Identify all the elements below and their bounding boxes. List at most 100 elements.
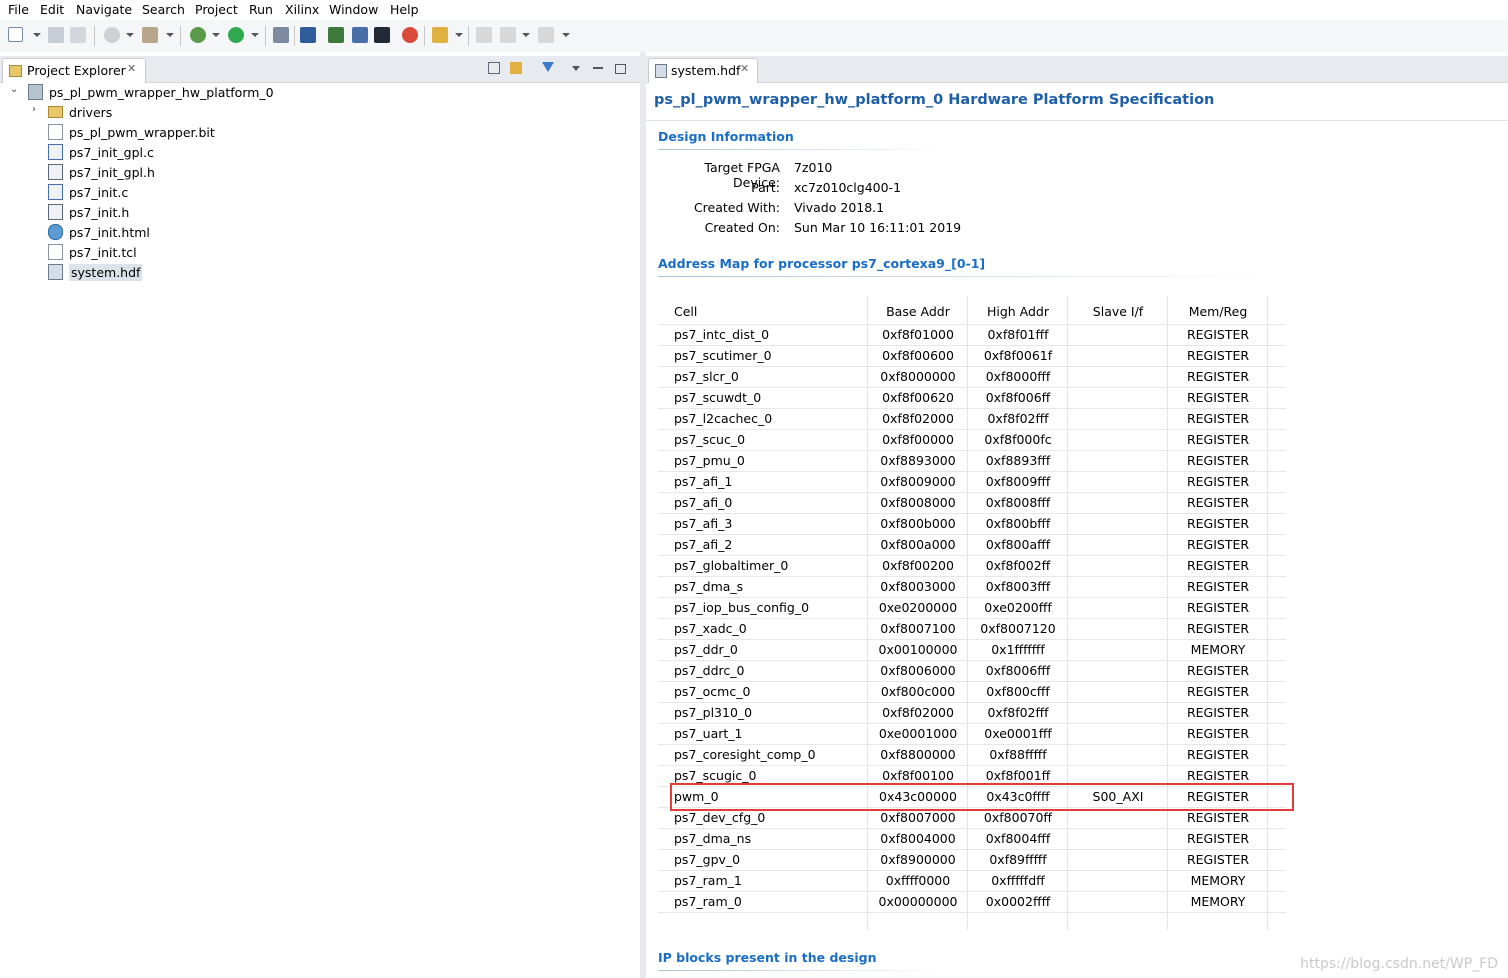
table-row: ps7_uart_1 0xe0001000 0xe0001fff REGISTER xyxy=(658,723,1286,745)
console-icon[interactable] xyxy=(374,27,390,43)
view-menu-icon[interactable] xyxy=(572,66,580,71)
table-cell-mem: REGISTER xyxy=(1186,600,1250,615)
back-icon[interactable] xyxy=(500,27,516,43)
project-explorer-pane: Project Explorer ✕ ⌄ ps_pl_pwm_wrapper_h… xyxy=(0,56,640,978)
section-underline xyxy=(658,149,948,150)
menu-edit[interactable]: Edit xyxy=(40,2,64,17)
table-row: ps7_coresight_comp_0 0xf8800000 0xf88fffff… xyxy=(658,744,1286,766)
table-cell-base: 0xf8008000 xyxy=(880,495,956,510)
table-cell-base: 0xf8f01000 xyxy=(882,327,954,342)
menu-project[interactable]: Project xyxy=(195,2,238,17)
globe-icon xyxy=(48,224,63,240)
file-icon xyxy=(48,244,63,260)
collapse-all-icon[interactable] xyxy=(488,62,500,74)
menu-file[interactable]: File xyxy=(8,2,29,17)
table-cell-high: 0xf8f0061f xyxy=(983,348,1053,363)
section-underline xyxy=(658,276,1278,277)
menu-xilinx[interactable]: Xilinx xyxy=(285,2,319,17)
pin-icon[interactable] xyxy=(432,27,448,43)
table-cell-high: 0xf8f000fc xyxy=(984,432,1052,447)
table-cell-mem: REGISTER xyxy=(1186,831,1250,846)
tree-item-init-tcl[interactable]: ps7_init.tcl xyxy=(48,243,137,263)
expand-icon[interactable]: ⌄ xyxy=(10,84,18,95)
table-cell-mem: REGISTER xyxy=(1186,327,1250,342)
forward-dropdown-icon[interactable] xyxy=(562,33,570,37)
save-all-icon[interactable] xyxy=(70,27,86,43)
hammer-build-icon[interactable] xyxy=(142,27,158,43)
table-cell-base: 0xf8800000 xyxy=(880,747,956,762)
tree-item-init-c[interactable]: ps7_init.c xyxy=(48,183,128,203)
run-icon[interactable] xyxy=(228,27,244,43)
info-value: xc7z010clg400-1 xyxy=(794,180,902,195)
tree-item-init-h[interactable]: ps7_init.h xyxy=(48,203,129,223)
link-editor-icon[interactable] xyxy=(510,62,522,74)
external-tools-icon[interactable] xyxy=(273,27,289,43)
table-cell-cell: ps7_globaltimer_0 xyxy=(674,558,789,573)
debug-dropdown-icon[interactable] xyxy=(212,33,220,37)
maximize-icon[interactable] xyxy=(615,64,626,74)
terminal-icon[interactable] xyxy=(300,27,316,43)
tree-item-init-gpl-h[interactable]: ps7_init_gpl.h xyxy=(48,163,155,183)
column-header-base: Base Addr xyxy=(886,304,950,319)
target-dropdown-icon[interactable] xyxy=(126,33,134,37)
table-cell-mem: REGISTER xyxy=(1186,390,1250,405)
filter-icon[interactable] xyxy=(542,62,554,72)
run-dropdown-icon[interactable] xyxy=(251,33,259,37)
tab-project-explorer[interactable]: Project Explorer ✕ xyxy=(2,58,146,83)
column-header-cell: Cell xyxy=(674,304,698,319)
pin-dropdown-icon[interactable] xyxy=(455,33,463,37)
debug-icon[interactable] xyxy=(190,27,206,43)
folder-icon xyxy=(48,106,63,118)
table-cell-base: 0xf8f00000 xyxy=(882,432,954,447)
last-edit-icon[interactable] xyxy=(476,27,492,43)
tree-item-init-gpl-c[interactable]: ps7_init_gpl.c xyxy=(48,143,154,163)
table-row: ps7_afi_2 0xf800a000 0xf800afff REGISTER xyxy=(658,534,1286,556)
forward-icon[interactable] xyxy=(538,27,554,43)
menu-run[interactable]: Run xyxy=(249,2,273,17)
design-info-title: Design Information xyxy=(658,129,794,144)
table-cell-high: 0xf8f006ff xyxy=(985,390,1051,405)
tree-item-init-html[interactable]: ps7_init.html xyxy=(48,223,150,243)
table-cell-high: 0xf8893fff xyxy=(985,453,1051,468)
program-fpga-icon[interactable] xyxy=(328,27,344,43)
table-cell-high: 0xf8000fff xyxy=(985,369,1051,384)
tree-item-drivers[interactable]: drivers xyxy=(48,103,112,123)
new-dropdown-icon[interactable] xyxy=(33,33,41,37)
table-cell-high: 0xf8008fff xyxy=(985,495,1051,510)
table-cell-cell: ps7_dma_ns xyxy=(674,831,752,846)
table-cell-high: 0xf8006fff xyxy=(985,663,1051,678)
table-cell-mem: REGISTER xyxy=(1186,810,1250,825)
tree-item-label: ps7_init_gpl.c xyxy=(69,145,154,160)
c-file-icon xyxy=(48,184,63,200)
tree-item-bit[interactable]: ps_pl_pwm_wrapper.bit xyxy=(48,123,215,143)
close-icon[interactable]: ✕ xyxy=(740,62,749,75)
menu-navigate[interactable]: Navigate xyxy=(76,2,132,17)
table-row: ps7_globaltimer_0 0xf8f00200 0xf8f002ff REG… xyxy=(658,555,1286,577)
menu-window[interactable]: Window xyxy=(329,2,378,17)
table-cell-high: 0xf8003fff xyxy=(985,579,1051,594)
back-dropdown-icon[interactable] xyxy=(522,33,530,37)
new-icon[interactable] xyxy=(8,27,23,42)
tree-root[interactable]: ps_pl_pwm_wrapper_hw_platform_0 xyxy=(28,83,274,103)
minimize-icon[interactable] xyxy=(593,67,603,69)
refresh-icon[interactable] xyxy=(402,27,418,43)
table-row: ps7_ocmc_0 0xf800c000 0xf800cfff REGISTER xyxy=(658,681,1286,703)
info-value: Sun Mar 10 16:11:01 2019 xyxy=(794,220,962,235)
tab-system-hdf[interactable]: system.hdf ✕ xyxy=(648,58,758,83)
collapsed-icon[interactable]: › xyxy=(32,104,36,115)
close-icon[interactable]: ✕ xyxy=(127,62,136,75)
table-cell-cell: ps7_scutimer_0 xyxy=(674,348,772,363)
table-cell-mem: REGISTER xyxy=(1186,537,1250,552)
target-icon[interactable] xyxy=(104,27,120,43)
menu-search[interactable]: Search xyxy=(142,2,185,17)
tree-item-system-hdf[interactable]: system.hdf xyxy=(48,263,143,283)
build-dropdown-icon[interactable] xyxy=(166,33,174,37)
table-cell-cell: ps7_dma_s xyxy=(674,579,744,594)
table-cell-mem: MEMORY xyxy=(1190,642,1246,657)
table-cell-cell: ps7_pmu_0 xyxy=(674,453,745,468)
table-row: ps7_xadc_0 0xf8007100 0xf8007120 REGISTER xyxy=(658,618,1286,640)
save-icon[interactable] xyxy=(48,27,64,43)
menu-help[interactable]: Help xyxy=(390,2,419,17)
table-row: ps7_slcr_0 0xf8000000 0xf8000fff REGISTER xyxy=(658,366,1286,388)
xsct-icon[interactable] xyxy=(352,27,368,43)
